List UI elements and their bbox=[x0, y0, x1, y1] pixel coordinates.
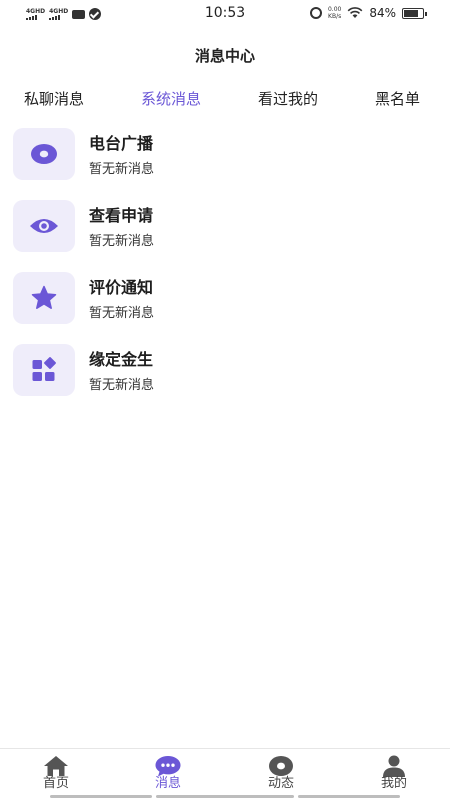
status-bar-right: 0.00 KB/s 84% bbox=[309, 6, 427, 20]
wifi-icon bbox=[347, 7, 363, 18]
nav-moments[interactable]: 动态 bbox=[241, 755, 321, 799]
home-indicator-segment bbox=[50, 795, 152, 798]
battery-level bbox=[404, 9, 418, 17]
nav-home[interactable]: 首页 bbox=[16, 755, 96, 799]
nav-messages[interactable]: 消息 bbox=[128, 755, 208, 799]
tab-bar: 私聊消息 系统消息 看过我的 黑名单 bbox=[0, 88, 450, 114]
disc-icon bbox=[269, 756, 293, 776]
list-item-radio-broadcast[interactable]: 电台广播 暂无新消息 bbox=[0, 128, 450, 184]
item-subtitle: 暂无新消息 bbox=[89, 306, 155, 321]
item-title: 缘定金生 bbox=[89, 350, 154, 369]
chat-bubble-icon bbox=[155, 756, 181, 777]
apps-icon-tile bbox=[13, 344, 75, 396]
bottom-nav: 首页 消息 动态 我的 bbox=[0, 748, 450, 800]
nav-label-moments: 动态 bbox=[267, 776, 294, 791]
nav-label-home: 首页 bbox=[42, 776, 69, 791]
battery-percent: 84% bbox=[369, 6, 396, 20]
apps-icon bbox=[32, 357, 56, 381]
radio-icon bbox=[31, 144, 57, 164]
eye-icon bbox=[30, 219, 58, 233]
radio-icon-tile bbox=[13, 128, 75, 180]
home-indicator-segment bbox=[156, 795, 294, 798]
item-title: 电台广播 bbox=[89, 134, 154, 153]
list-item-review-notices[interactable]: 评价通知 暂无新消息 bbox=[0, 272, 450, 328]
tab-blacklist[interactable]: 黑名单 bbox=[375, 88, 420, 109]
network-speed-unit: KB/s bbox=[328, 13, 342, 20]
alarm-icon bbox=[309, 7, 322, 19]
item-title: 评价通知 bbox=[89, 278, 154, 297]
list-item-view-requests[interactable]: 查看申请 暂无新消息 bbox=[0, 200, 450, 256]
network-speed-value: 0.00 bbox=[327, 6, 342, 13]
star-icon-tile bbox=[13, 272, 75, 324]
star-icon bbox=[31, 285, 57, 309]
nav-label-mine: 我的 bbox=[380, 776, 407, 791]
list-item-destined-match[interactable]: 缘定金生 暂无新消息 bbox=[0, 344, 450, 400]
item-subtitle: 暂无新消息 bbox=[89, 378, 155, 393]
page-title: 消息中心 bbox=[194, 47, 255, 65]
tab-system-messages[interactable]: 系统消息 bbox=[141, 88, 201, 109]
tab-private-messages[interactable]: 私聊消息 bbox=[24, 88, 84, 109]
home-icon bbox=[44, 756, 68, 776]
home-indicator-segment bbox=[298, 795, 400, 798]
battery-icon bbox=[402, 7, 427, 19]
item-subtitle: 暂无新消息 bbox=[89, 234, 155, 249]
nav-mine[interactable]: 我的 bbox=[354, 755, 434, 799]
network-speed: 0.00 KB/s bbox=[328, 6, 341, 20]
item-subtitle: 暂无新消息 bbox=[89, 162, 155, 177]
nav-label-messages: 消息 bbox=[154, 776, 181, 791]
tab-viewed-me[interactable]: 看过我的 bbox=[258, 88, 318, 109]
item-title: 查看申请 bbox=[89, 206, 154, 225]
eye-icon-tile bbox=[13, 200, 75, 252]
person-icon bbox=[383, 755, 405, 777]
status-bar: 4GHD 4GHD 10:53 0.00 KB/s 84% bbox=[0, 0, 450, 28]
